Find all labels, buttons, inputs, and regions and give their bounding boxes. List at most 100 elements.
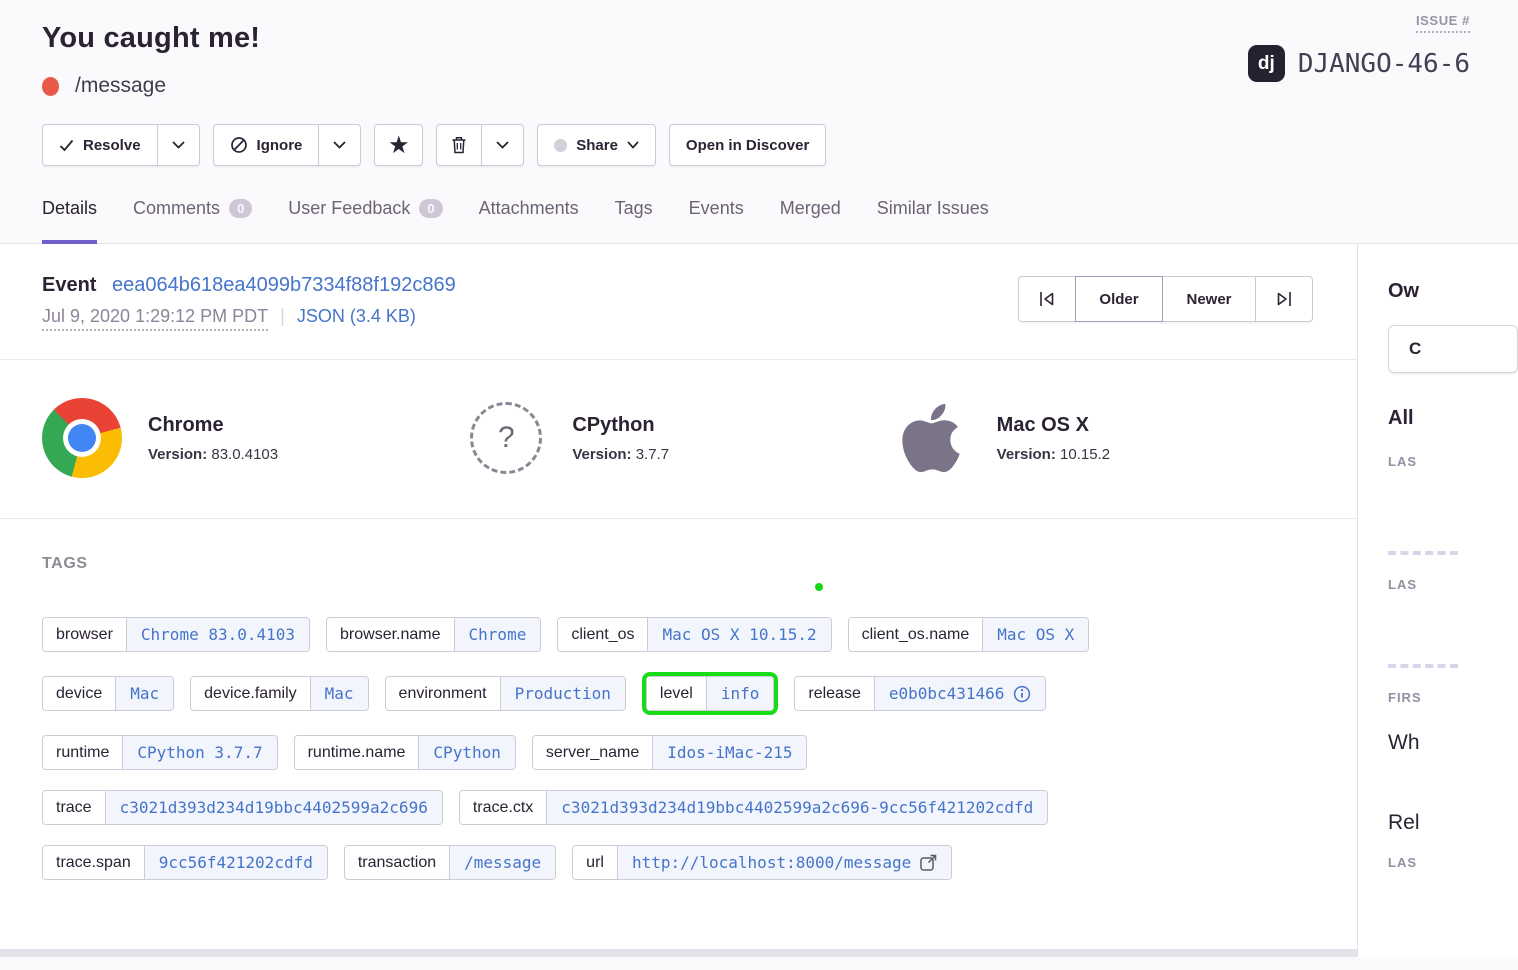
sidebar-item: Wh [1388,731,1518,755]
tag-value-link[interactable]: 9cc56f421202cdfd [144,846,327,879]
sidebar-button[interactable]: C [1388,325,1518,373]
tag-trace.ctx: trace.ctxc3021d393d234d19bbc4402599a2c69… [459,790,1048,825]
tag-browser: browserChrome 83.0.4103 [42,617,310,652]
open-in-discover-button[interactable]: Open in Discover [669,124,826,166]
checkmark-icon [59,139,74,152]
tag-value-link[interactable]: Chrome 83.0.4103 [126,618,309,651]
tag-release: releasee0b0bc431466 [794,676,1046,711]
tag-value-link[interactable]: /message [449,846,555,879]
context-name: Chrome [148,414,278,437]
tag-runtime.name: runtime.nameCPython [294,735,516,770]
version-value: 3.7.7 [636,446,669,463]
tag-value-link[interactable]: Production [500,677,625,710]
chevron-down-icon [172,141,185,149]
bookmark-star-button[interactable]: ★ [374,124,423,166]
event-timestamp: Jul 9, 2020 1:29:12 PM PDT [42,306,268,331]
ignore-label: Ignore [257,137,303,154]
tab-details[interactable]: Details [42,198,97,243]
version-label: Version: [997,446,1056,463]
tab-label: Details [42,198,97,219]
unknown-runtime-icon: ? [470,402,542,474]
tag-value-link[interactable]: c3021d393d234d19bbc4402599a2c696 [105,791,442,824]
tab-merged[interactable]: Merged [780,198,841,243]
info-icon[interactable] [1013,685,1031,703]
older-event-button[interactable]: Older [1075,276,1163,322]
separator: | [280,306,285,327]
question-mark-glyph: ? [498,421,515,455]
os-context-card: Mac OS X Version: 10.15.2 [891,398,1315,478]
tag-browser.name: browser.nameChrome [326,617,541,652]
tab-label: Comments [133,198,220,219]
sidebar-heading: Ow [1388,280,1518,303]
event-id-link[interactable]: eea064b618ea4099b7334f88f192c869 [112,274,456,296]
tab-label: Similar Issues [877,198,989,219]
tag-value-link[interactable]: Mac OS X [982,618,1088,651]
delete-button[interactable] [436,124,482,166]
tab-label: User Feedback [288,198,410,219]
oldest-event-button[interactable] [1018,276,1076,322]
tag-key: server_name [533,736,652,769]
tab-attachments[interactable]: Attachments [479,198,579,243]
tags-section: TAGS browserChrome 83.0.4103 browser.name… [0,519,1357,900]
event-pagination: Older Newer [1018,276,1313,322]
ignore-dropdown-button[interactable] [318,124,361,166]
chevron-down-icon [627,141,639,149]
tab-events[interactable]: Events [689,198,744,243]
section-divider [0,949,1357,957]
tag-key: browser.name [327,618,454,651]
external-link-icon[interactable] [920,854,937,871]
tag-device: deviceMac [42,676,174,711]
tab-tags[interactable]: Tags [615,198,653,243]
skip-to-first-icon [1038,291,1056,307]
tag-key: device [43,677,115,710]
tab-comments[interactable]: Comments0 [133,198,252,243]
share-button[interactable]: Share [537,124,656,166]
tag-value-link[interactable]: CPython [418,736,514,769]
tab-user-feedback[interactable]: User Feedback0 [288,198,442,243]
tag-key: runtime.name [295,736,419,769]
version-label: Version: [572,446,631,463]
tag-value-link[interactable]: Idos-iMac-215 [652,736,806,769]
skip-to-last-icon [1275,291,1293,307]
tag-value-link[interactable]: e0b0bc431466 [874,677,1046,710]
chrome-icon [42,398,122,478]
newer-event-button[interactable]: Newer [1162,276,1256,322]
tag-value-link[interactable]: Mac OS X 10.15.2 [647,618,830,651]
version-value: 10.15.2 [1060,446,1110,463]
tag-value-link[interactable]: Mac [115,677,173,710]
resolve-button[interactable]: Resolve [42,124,158,166]
raw-json-link[interactable]: JSON (3.4 KB) [297,306,416,327]
skip-to-latest-button[interactable] [1255,276,1313,322]
issue-tab-bar: Details Comments0 User Feedback0 Attachment… [0,198,1518,244]
context-name: CPython [572,414,669,437]
tag-key: trace.ctx [460,791,546,824]
sidebar-subheading: All [1388,407,1518,430]
circle-slash-icon [230,136,248,154]
issue-number-label: ISSUE # [1416,13,1470,33]
event-details-panel: Event eea064b618ea4099b7334f88f192c869 J… [0,244,1357,957]
event-context-summary: Chrome Version: 83.0.4103 ? CPython Vers… [0,360,1357,519]
tag-key: client_os.name [849,618,983,651]
tag-url: urlhttp://localhost:8000/message [572,845,952,880]
tag-value-link[interactable]: Chrome [454,618,541,651]
chevron-down-icon [333,141,346,149]
tag-key: transaction [345,846,449,879]
tag-value-link[interactable]: c3021d393d234d19bbc4402599a2c696-9cc56f4… [546,791,1047,824]
tag-value-link[interactable]: info [706,677,774,710]
tag-key: browser [43,618,126,651]
action-toolbar: Resolve Ignore ★ [42,124,1470,166]
tag-value-link[interactable]: CPython 3.7.7 [122,736,276,769]
resolve-dropdown-button[interactable] [157,124,200,166]
event-meta: Event eea064b618ea4099b7334f88f192c869 J… [42,274,456,331]
tag-key: trace [43,791,105,824]
tag-key: trace.span [43,846,144,879]
tag-value-link[interactable]: Mac [310,677,368,710]
tab-similar-issues[interactable]: Similar Issues [877,198,989,243]
tag-value-link[interactable]: http://localhost:8000/message [617,846,951,879]
delete-dropdown-button[interactable] [481,124,524,166]
tag-device.family: device.familyMac [190,676,368,711]
tag-key: level [647,677,706,710]
tags-heading: TAGS [42,555,1315,573]
tab-label: Merged [780,198,841,219]
ignore-button[interactable]: Ignore [213,124,320,166]
